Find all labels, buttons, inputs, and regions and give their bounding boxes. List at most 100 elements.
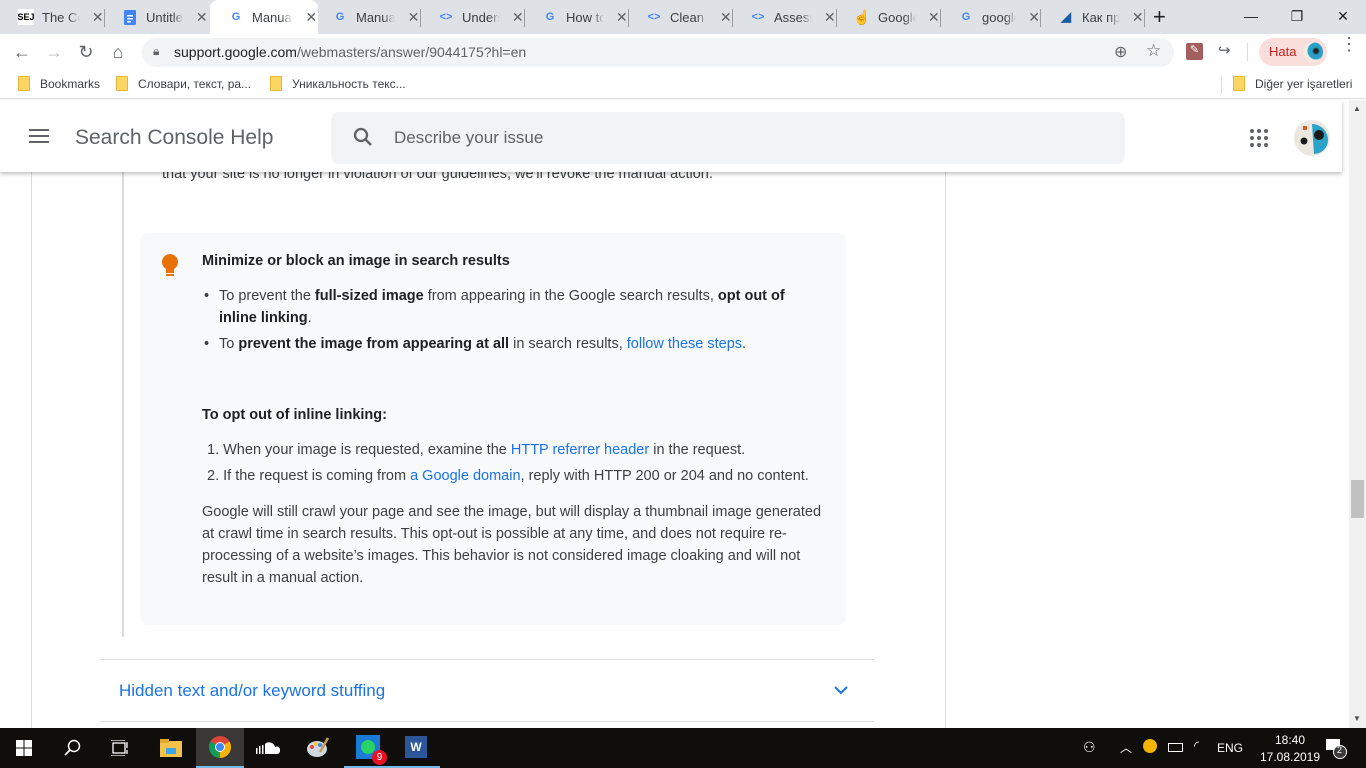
- close-tab-icon[interactable]: ✕: [92, 9, 105, 26]
- close-tab-icon[interactable]: ✕: [616, 9, 629, 26]
- follow-these-steps-link[interactable]: follow these steps: [627, 336, 742, 352]
- tab-title: Assess: [774, 9, 812, 25]
- close-window-button[interactable]: ✕: [1320, 0, 1366, 32]
- close-tab-icon[interactable]: ✕: [1132, 9, 1145, 26]
- tip-paragraph: Google will still crawl your page and se…: [202, 504, 822, 586]
- chrome-taskbar[interactable]: [196, 728, 244, 768]
- subheading: To opt out of inline linking:: [202, 407, 387, 423]
- back-button[interactable]: ←: [10, 40, 34, 64]
- tab-0[interactable]: SEJ The Complete ✕: [0, 0, 105, 34]
- google-icon: G: [961, 11, 971, 23]
- tab-title: How to: [566, 9, 604, 25]
- close-tab-icon[interactable]: ✕: [720, 9, 733, 26]
- bookmark-star-icon[interactable]: ☆: [1146, 41, 1161, 61]
- expanded-section-rule: [122, 172, 124, 637]
- home-button[interactable]: ⌂: [106, 40, 130, 64]
- folder-icon: [270, 76, 282, 91]
- chart-icon: ◢: [1061, 9, 1071, 24]
- search-taskbar-button[interactable]: [48, 728, 96, 768]
- tab-10[interactable]: ◢ Как продвигать ✕: [1040, 0, 1145, 34]
- tab-9[interactable]: G google ✕: [940, 0, 1041, 34]
- bookmark-item[interactable]: Словари, текст, ра...: [116, 76, 251, 91]
- menu-kebab-icon[interactable]: ⋮: [1340, 35, 1358, 53]
- google-icon: G: [231, 11, 241, 23]
- chevron-down-icon: [834, 682, 848, 700]
- sej-icon: SEJ: [18, 9, 35, 25]
- http-referrer-link[interactable]: HTTP referrer header: [511, 442, 649, 458]
- word-icon: W: [405, 736, 427, 758]
- tab-title: The Complete: [42, 9, 80, 25]
- tab-1[interactable]: Untitled document ✕: [104, 0, 208, 34]
- show-hidden-icons-chevron-icon[interactable]: ︿: [1120, 739, 1132, 756]
- clock-time[interactable]: 18:40: [1265, 733, 1315, 747]
- close-tab-icon[interactable]: ✕: [512, 9, 525, 26]
- apps-grid-icon[interactable]: [1250, 129, 1268, 152]
- forward-button[interactable]: →: [42, 40, 66, 64]
- address-bar[interactable]: 🔒︎ support.google.com/webmasters/answer/…: [142, 38, 1174, 67]
- scroll-up-arrow-icon[interactable]: ▲: [1353, 104, 1361, 113]
- help-center-header: Search Console Help Describe your issue: [0, 100, 1342, 172]
- lightbulb-icon: [160, 253, 180, 284]
- close-tab-icon[interactable]: ✕: [824, 9, 837, 26]
- other-bookmarks[interactable]: Diğer yer işaretleri: [1233, 76, 1352, 91]
- help-search-input[interactable]: Describe your issue: [331, 112, 1125, 164]
- zoom-icon[interactable]: ⊕: [1114, 42, 1127, 62]
- minimize-button[interactable]: —: [1228, 0, 1274, 32]
- bookmark-item[interactable]: Bookmarks: [18, 76, 100, 91]
- start-button[interactable]: [0, 728, 48, 768]
- wifi-icon[interactable]: ◜: [1194, 738, 1199, 754]
- hamburger-menu-icon[interactable]: [29, 128, 49, 149]
- tab-5[interactable]: G How to ✕: [524, 0, 629, 34]
- tab-title: Manual Actions: [252, 9, 293, 25]
- tab-6[interactable]: <> Clean and ✕: [628, 0, 733, 34]
- home-icon: ⌂: [112, 41, 124, 62]
- security-tray-icon[interactable]: [1143, 739, 1157, 753]
- soundcloud-taskbar[interactable]: [244, 728, 292, 768]
- step-item: 1. When your image is requested, examine…: [207, 442, 746, 458]
- bullet-item: • To prevent the image from appearing at…: [204, 336, 747, 352]
- page-scrollbar[interactable]: ▲ ▼: [1349, 100, 1366, 728]
- soundcloud-icon: [256, 742, 280, 754]
- tab-title: Untitled document: [146, 9, 184, 25]
- accordion-hidden-text[interactable]: Hidden text and/or keyword stuffing: [100, 660, 874, 722]
- tab-3[interactable]: G Manual Actions ✕: [314, 0, 421, 34]
- extension-icon[interactable]: ↪: [1218, 41, 1231, 59]
- close-tab-icon[interactable]: ✕: [928, 9, 941, 26]
- maximize-button[interactable]: ❐: [1274, 0, 1320, 32]
- tab-8[interactable]: ☝ Google ✕: [836, 0, 941, 34]
- tab-4[interactable]: <> Understand ✕: [420, 0, 525, 34]
- product-title[interactable]: Search Console Help: [75, 126, 273, 150]
- reload-button[interactable]: ↻: [74, 40, 98, 64]
- close-tab-icon[interactable]: ✕: [1028, 9, 1040, 26]
- close-tab-icon[interactable]: ✕: [407, 9, 420, 26]
- profile-error-button[interactable]: Hata: [1259, 38, 1327, 66]
- tab-7[interactable]: <> Assess ✕: [732, 0, 837, 34]
- page-content: that your site is no longer in violation…: [0, 100, 1342, 728]
- content-border-left: [31, 100, 32, 728]
- action-center-icon[interactable]: 2: [1325, 737, 1347, 762]
- url-path: /webmasters/answer/9044175?hl=en: [296, 44, 527, 60]
- arrow-right-icon: →: [45, 41, 63, 62]
- close-tab-icon[interactable]: ✕: [196, 9, 209, 26]
- new-tab-button[interactable]: +: [1153, 4, 1166, 30]
- account-avatar[interactable]: [1294, 120, 1330, 156]
- scrollbar-thumb[interactable]: [1351, 480, 1364, 518]
- scroll-down-arrow-icon[interactable]: ▼: [1353, 714, 1361, 723]
- bookmark-item[interactable]: Уникальность текс...: [270, 76, 406, 91]
- file-explorer-taskbar[interactable]: [147, 728, 195, 768]
- word-taskbar[interactable]: W: [392, 728, 440, 768]
- task-view-button[interactable]: [96, 728, 144, 768]
- battery-icon[interactable]: [1168, 743, 1183, 752]
- pdf-extension-icon[interactable]: ✎: [1186, 43, 1203, 60]
- clock-date[interactable]: 17.08.2019: [1255, 750, 1325, 764]
- tab-2-active[interactable]: G Manual Actions ✕: [210, 0, 318, 34]
- profile-label: Hata: [1269, 44, 1297, 59]
- people-icon[interactable]: ⚇: [1083, 739, 1096, 756]
- whatsapp-taskbar[interactable]: 9: [344, 728, 392, 768]
- webmaster-icon: <>: [439, 11, 453, 23]
- webmaster-icon: <>: [751, 11, 765, 23]
- input-language[interactable]: ENG: [1217, 741, 1243, 755]
- paint-taskbar[interactable]: [294, 728, 342, 768]
- paint-palette-icon: [307, 737, 330, 757]
- google-domain-link[interactable]: a Google domain: [410, 468, 520, 484]
